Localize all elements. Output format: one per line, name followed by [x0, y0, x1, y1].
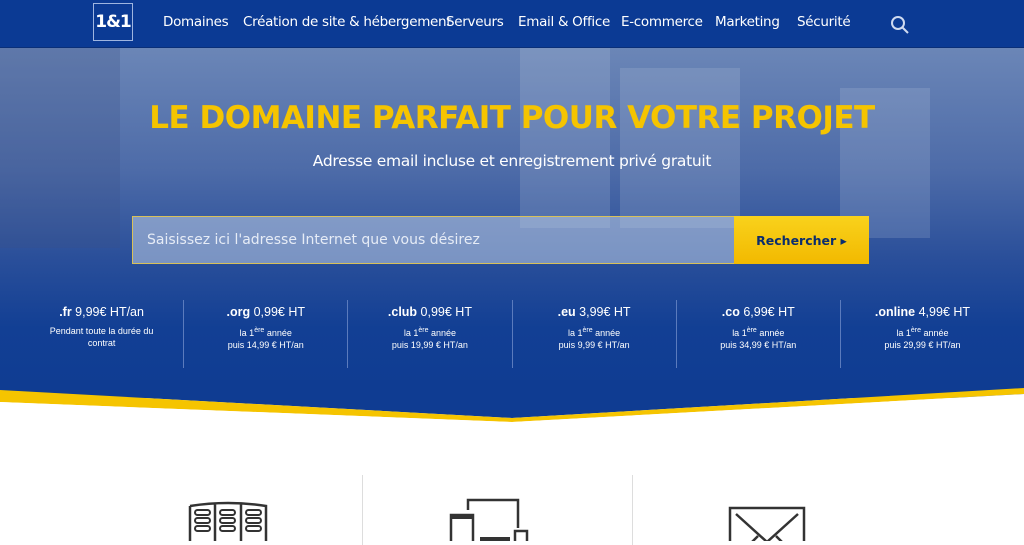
first-year: la 1	[896, 328, 911, 338]
nav-ecommerce[interactable]: E-commerce	[621, 14, 703, 30]
background-building	[620, 68, 740, 228]
renewal: puis 14,99 € HT/an	[227, 340, 304, 350]
sup: ère	[910, 327, 921, 334]
domain-search-input[interactable]	[132, 216, 734, 264]
sup: ère	[746, 327, 757, 334]
price-item-online[interactable]: .online 4,99€ HT la 1ère année puis 29,99…	[839, 300, 1004, 368]
first-year-end: année	[756, 328, 785, 338]
price-item-org[interactable]: .org 0,99€ HT la 1ère année puis 14,99 € …	[183, 300, 347, 368]
hero-subtitle: Adresse email incluse et enregistrement …	[312, 152, 712, 170]
background-building	[0, 48, 120, 248]
search-button[interactable]: Rechercher ▸	[734, 216, 869, 264]
price: 6,99€ HT	[743, 305, 795, 319]
tld: .fr	[59, 305, 72, 319]
search-button-label: Rechercher	[756, 232, 837, 248]
nav-email-office[interactable]: Email & Office	[518, 14, 610, 30]
price: 3,99€ HT	[579, 305, 631, 319]
sup: ère	[582, 327, 593, 334]
price: 0,99€ HT	[253, 305, 306, 319]
arrow-right-icon: ▸	[840, 232, 847, 248]
renewal: puis 9,99 € HT/an	[558, 340, 630, 350]
price: 9,99€ HT/an	[75, 305, 144, 319]
renewal: puis 34,99 € HT/an	[720, 340, 797, 350]
first-year: la 1	[239, 328, 255, 338]
logo[interactable]: 1&1	[93, 3, 133, 41]
price-note: Pendant toute la durée du contrat	[49, 326, 154, 348]
sup: ère	[254, 327, 265, 334]
hero-title: LE DOMAINE PARFAIT POUR VOTRE PROJET	[149, 100, 875, 136]
nav-marketing[interactable]: Marketing	[715, 14, 780, 30]
server-icon	[188, 501, 268, 541]
price-item-eu[interactable]: .eu 3,99€ HT la 1ère année puis 9,99 € HT…	[511, 300, 676, 368]
devices-icon	[449, 498, 529, 541]
price-item-club[interactable]: .club 0,99€ HT la 1ère année puis 19,99 €…	[347, 300, 511, 368]
renewal: puis 29,99 € HT/an	[884, 340, 961, 350]
first-year-end: année	[428, 328, 457, 338]
nav-creation-site[interactable]: Création de site & hébergement	[243, 14, 452, 30]
domain-prices: .fr 9,99€ HT/an Pendant toute la durée d…	[20, 300, 1004, 368]
nav-domaines[interactable]: Domaines	[163, 14, 229, 30]
renewal: puis 19,99 € HT/an	[391, 340, 468, 350]
envelope-icon	[728, 506, 806, 541]
price: 4,99€ HT	[918, 305, 971, 319]
first-year-end: année	[264, 328, 292, 338]
first-year-end: année	[921, 328, 949, 338]
nav-securite[interactable]: Sécurité	[797, 14, 851, 30]
divider	[362, 475, 363, 545]
first-year: la 1	[568, 328, 583, 338]
sup: ère	[418, 327, 429, 334]
top-nav: 1&1 Domaines Création de site & hébergem…	[0, 0, 1024, 48]
tld: .club	[387, 305, 418, 319]
tld: .online	[874, 305, 916, 319]
tld: .co	[721, 305, 740, 319]
yellow-swoosh-divider	[0, 380, 1024, 430]
first-year: la 1	[403, 328, 419, 338]
background-building	[520, 48, 610, 228]
divider	[632, 475, 633, 545]
first-year: la 1	[732, 328, 747, 338]
first-year-end: année	[592, 328, 621, 338]
price: 0,99€ HT	[420, 305, 472, 319]
nav-serveurs[interactable]: Serveurs	[446, 14, 504, 30]
search-icon[interactable]	[890, 15, 910, 35]
price-item-fr[interactable]: .fr 9,99€ HT/an Pendant toute la durée d…	[20, 300, 183, 368]
price-item-co[interactable]: .co 6,99€ HT la 1ère année puis 34,99 € H…	[675, 300, 840, 368]
tld: .eu	[557, 305, 576, 319]
tld: .org	[226, 305, 251, 319]
